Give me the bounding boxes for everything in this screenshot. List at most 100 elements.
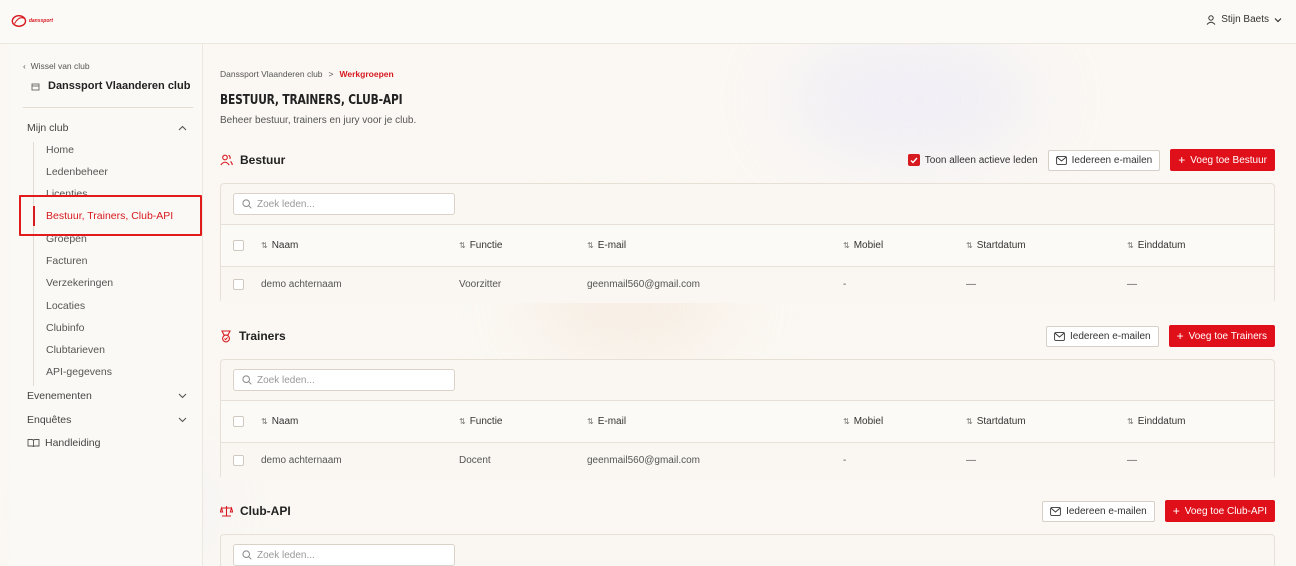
mail-icon xyxy=(1050,506,1061,516)
nav-group-enquetes[interactable]: Enquêtes xyxy=(27,414,187,426)
column-email[interactable]: ⇅ E-mail xyxy=(587,240,626,251)
sidebar-item-clubtarieven[interactable]: Clubtarieven xyxy=(46,344,105,356)
column-functie[interactable]: ⇅ Functie xyxy=(459,416,503,427)
sidebar-divider xyxy=(23,107,193,108)
club-api-table-card: Zoek leden... xyxy=(220,534,1275,566)
cell-startdatum: — xyxy=(966,279,976,290)
search-input[interactable]: Zoek leden... xyxy=(233,193,455,215)
search-input[interactable]: Zoek leden... xyxy=(233,544,455,566)
plus-icon: + xyxy=(1176,329,1184,343)
sidebar-item-ledenbeheer[interactable]: Ledenbeheer xyxy=(46,166,108,178)
search-icon xyxy=(242,550,252,560)
column-naam[interactable]: ⇅ Naam xyxy=(261,416,298,427)
trainers-table-card: Zoek leden... ⇅ Naam ⇅ Functie ⇅ E-mail ⇅ Mo… xyxy=(220,359,1275,479)
switch-club-link[interactable]: ‹ Wissel van club xyxy=(23,61,90,71)
search-input[interactable]: Zoek leden... xyxy=(233,369,455,391)
medal-icon xyxy=(221,329,231,342)
email-all-button[interactable]: Iedereen e-mailen xyxy=(1047,149,1161,171)
section-title-bestuur: Bestuur xyxy=(220,153,285,167)
column-label: E-mail xyxy=(597,240,627,251)
sidebar-item-facturen[interactable]: Facturen xyxy=(46,255,87,267)
column-mobiel[interactable]: ⇅ Mobiel xyxy=(843,416,883,427)
user-menu[interactable]: Stijn Baets xyxy=(1206,14,1282,25)
sidebar-item-locaties[interactable]: Locaties xyxy=(46,300,85,312)
logo-text: danssport xyxy=(28,18,53,24)
sidebar: ‹ Wissel van club Danssport Vlaanderen c… xyxy=(9,44,203,566)
nav-group-evenementen[interactable]: Evenementen xyxy=(27,390,187,402)
users-icon xyxy=(220,154,233,166)
sort-icon: ⇅ xyxy=(1127,417,1134,426)
brand-logo[interactable]: danssport xyxy=(11,12,53,30)
select-all-checkbox[interactable] xyxy=(233,240,244,251)
email-all-button[interactable]: Iedereen e-mailen xyxy=(1045,325,1159,347)
column-label: Naam xyxy=(271,240,299,251)
cell-naam: demo achternaam xyxy=(261,279,342,290)
page-subtitle: Beheer bestuur, trainers en jury voor je… xyxy=(220,115,417,126)
add-bestuur-button[interactable]: + Voeg toe Bestuur xyxy=(1170,149,1275,171)
sidebar-item-verzekeringen[interactable]: Verzekeringen xyxy=(46,277,113,289)
cell-mobiel: - xyxy=(843,279,847,290)
sort-icon: ⇅ xyxy=(459,241,466,250)
column-mobiel[interactable]: ⇅ Mobiel xyxy=(843,240,883,251)
column-email[interactable]: ⇅ E-mail xyxy=(587,416,626,427)
club-name-label: Danssport Vlaanderen club xyxy=(48,80,191,92)
table-header: ⇅ Naam ⇅ Functie ⇅ E-mail ⇅ Mobiel ⇅ Startdat… xyxy=(221,400,1274,443)
sort-icon: ⇅ xyxy=(966,417,973,426)
table-row[interactable]: demo achternaam Docent geenmail560@gmail… xyxy=(221,443,1274,479)
table-row[interactable]: demo achternaam Voorzitter geenmail560@g… xyxy=(221,267,1274,303)
column-functie[interactable]: ⇅ Functie xyxy=(459,240,503,251)
add-trainers-button[interactable]: + Voeg toe Trainers xyxy=(1168,325,1275,347)
column-naam[interactable]: ⇅ Naam xyxy=(261,240,298,251)
table-header: ⇅ Naam ⇅ Functie ⇅ E-mail ⇅ Mobiel ⇅ Startdat… xyxy=(221,224,1274,267)
chevron-down-icon xyxy=(1274,17,1282,22)
cell-email: geenmail560@gmail.com xyxy=(587,455,700,466)
section-title-trainers: Trainers xyxy=(220,329,286,343)
only-active-label: Toon alleen actieve leden xyxy=(924,154,1038,166)
row-checkbox[interactable] xyxy=(233,455,244,466)
column-einddatum[interactable]: ⇅ Einddatum xyxy=(1127,240,1186,251)
add-bestuur-label: Voeg toe Bestuur xyxy=(1190,154,1267,166)
cell-functie: Voorzitter xyxy=(459,279,502,290)
sort-icon: ⇅ xyxy=(261,417,268,426)
add-club-api-button[interactable]: + Voeg toe Club-API xyxy=(1164,500,1275,522)
email-all-label: Iedereen e-mailen xyxy=(1071,154,1153,166)
sidebar-item-home[interactable]: Home xyxy=(46,144,74,156)
mail-icon xyxy=(1054,331,1065,341)
cell-einddatum: — xyxy=(1127,455,1137,466)
cell-einddatum: — xyxy=(1127,279,1137,290)
chevron-up-icon xyxy=(178,125,187,131)
sidebar-item-api-gegevens[interactable]: API-gegevens xyxy=(46,366,112,378)
section-header-club-api: Club-API Iedereen e-mailen + Voeg toe Cl… xyxy=(220,500,1275,524)
column-label: Einddatum xyxy=(1137,240,1186,251)
cell-functie: Docent xyxy=(459,455,491,466)
sort-icon: ⇅ xyxy=(587,417,594,426)
search-icon xyxy=(242,375,252,385)
breadcrumb-parent[interactable]: Danssport Vlaanderen club xyxy=(220,69,323,79)
sidebar-item-clubinfo[interactable]: Clubinfo xyxy=(46,322,85,334)
only-active-checkbox[interactable]: Toon alleen actieve leden xyxy=(907,154,1038,166)
breadcrumb-current: Werkgroepen xyxy=(339,69,394,79)
sort-icon: ⇅ xyxy=(587,241,594,250)
bestuur-table-card: Zoek leden... ⇅ Naam ⇅ Functie ⇅ E-mail ⇅ Mo… xyxy=(220,183,1275,303)
annotation-highlight-box xyxy=(19,195,202,236)
column-startdatum[interactable]: ⇅ Startdatum xyxy=(966,240,1026,251)
column-label: Startdatum xyxy=(976,240,1026,251)
column-startdatum[interactable]: ⇅ Startdatum xyxy=(966,416,1026,427)
email-all-button[interactable]: Iedereen e-mailen xyxy=(1042,500,1155,522)
select-all-checkbox[interactable] xyxy=(233,416,244,427)
nav-group-mijn-club[interactable]: Mijn club xyxy=(27,122,187,134)
nav-group-label: Evenementen xyxy=(27,390,92,402)
handleiding-label: Handleiding xyxy=(45,437,101,449)
column-label: Functie xyxy=(469,416,503,427)
column-label: Mobiel xyxy=(853,240,884,251)
cell-startdatum: — xyxy=(966,455,976,466)
sort-icon: ⇅ xyxy=(843,417,850,426)
search-placeholder: Zoek leden... xyxy=(257,549,315,561)
column-einddatum[interactable]: ⇅ Einddatum xyxy=(1127,416,1186,427)
column-label: Mobiel xyxy=(853,416,884,427)
section-title-label: Bestuur xyxy=(240,153,286,167)
section-actions: Toon alleen actieve leden Iedereen e-mai… xyxy=(907,149,1275,171)
row-checkbox[interactable] xyxy=(233,279,244,290)
sidebar-item-handleiding[interactable]: Handleiding xyxy=(27,437,187,449)
section-header-trainers: Trainers Iedereen e-mailen + Voeg toe Tr… xyxy=(220,325,1275,349)
